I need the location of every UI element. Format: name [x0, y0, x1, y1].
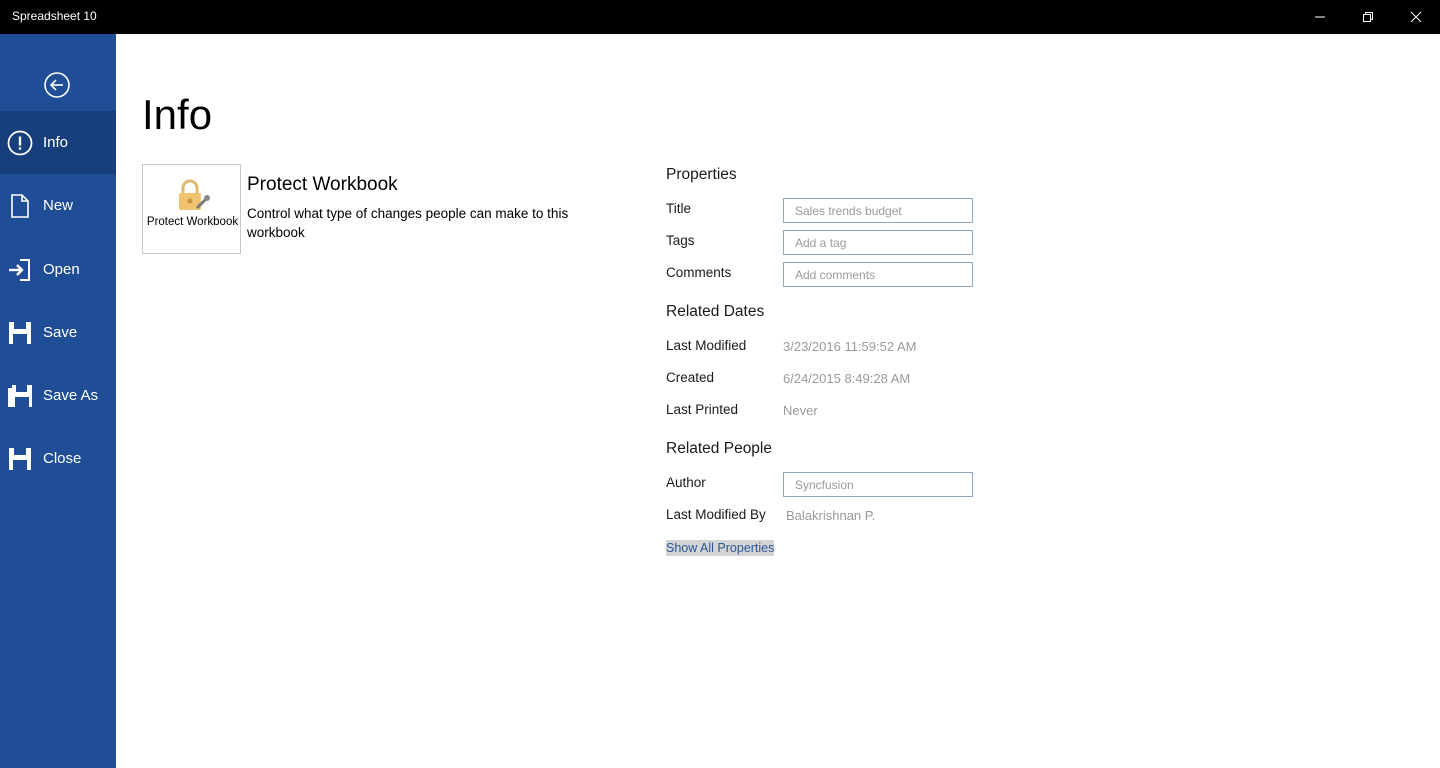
title-label: Title [666, 201, 692, 216]
sidebar-item-label: Save [43, 324, 78, 341]
last-modified-by-label: Last Modified By [666, 507, 766, 522]
back-button[interactable] [43, 71, 71, 99]
sidebar-item-save[interactable]: Save [0, 301, 116, 364]
tags-label: Tags [666, 233, 695, 248]
open-icon [7, 257, 33, 283]
sidebar-item-save-as[interactable]: Save As [0, 364, 116, 427]
comments-label: Comments [666, 265, 732, 280]
sidebar-item-label: Open [43, 261, 80, 278]
protect-workbook-button[interactable]: Protect Workbook [142, 164, 241, 254]
new-document-icon [7, 193, 33, 219]
save-icon [7, 320, 33, 346]
created-label: Created [666, 370, 715, 385]
minimize-button[interactable] [1296, 0, 1344, 34]
close-button[interactable] [1392, 0, 1440, 34]
tags-field[interactable] [783, 230, 973, 255]
sidebar-item-new[interactable]: New [0, 174, 116, 237]
sidebar-item-label: New [43, 197, 74, 214]
author-field[interactable] [783, 472, 973, 497]
comments-field[interactable] [783, 262, 973, 287]
properties-heading: Properties [666, 166, 737, 183]
last-printed-label: Last Printed [666, 402, 739, 417]
title-bar: Spreadsheet 10 [0, 0, 1440, 34]
last-modified-by-value: Balakrishnan P. [786, 508, 876, 523]
restore-icon [1363, 12, 1373, 22]
back-arrow-icon [44, 72, 70, 98]
info-panel: Info Protect Workbook Protect Workbook C… [116, 34, 1440, 768]
page-title: Info [142, 91, 213, 138]
minimize-icon [1315, 16, 1325, 18]
info-icon [7, 130, 33, 156]
close-file-icon [7, 446, 33, 472]
sidebar-item-label: Save As [43, 387, 99, 404]
related-people-heading: Related People [666, 440, 772, 457]
restore-button[interactable] [1344, 0, 1392, 34]
close-icon [1410, 11, 1422, 23]
protect-workbook-description: Control what type of changes people can … [247, 206, 569, 240]
last-modified-label: Last Modified [666, 338, 747, 353]
created-value: 6/24/2015 8:49:28 AM [783, 371, 911, 386]
sidebar-item-open[interactable]: Open [0, 238, 116, 301]
backstage-sidebar: Info New Open Save Save As Close [0, 34, 116, 768]
title-field[interactable] [783, 198, 973, 223]
sidebar-item-label: Close [43, 450, 82, 467]
sidebar-item-label: Info [43, 134, 69, 151]
show-all-properties-link[interactable]: Show All Properties [666, 540, 775, 556]
protect-workbook-heading: Protect Workbook [247, 174, 398, 195]
last-modified-value: 3/23/2016 11:59:52 AM [783, 339, 917, 354]
save-as-icon [7, 383, 33, 409]
protect-workbook-button-label: Protect Workbook [146, 216, 239, 228]
lock-key-icon [174, 177, 212, 215]
sidebar-item-info[interactable]: Info [0, 111, 116, 174]
author-label: Author [666, 475, 706, 490]
sidebar-item-close[interactable]: Close [0, 427, 116, 490]
last-printed-value: Never [783, 403, 818, 418]
related-dates-heading: Related Dates [666, 303, 765, 320]
app-title: Spreadsheet 10 [12, 9, 97, 23]
